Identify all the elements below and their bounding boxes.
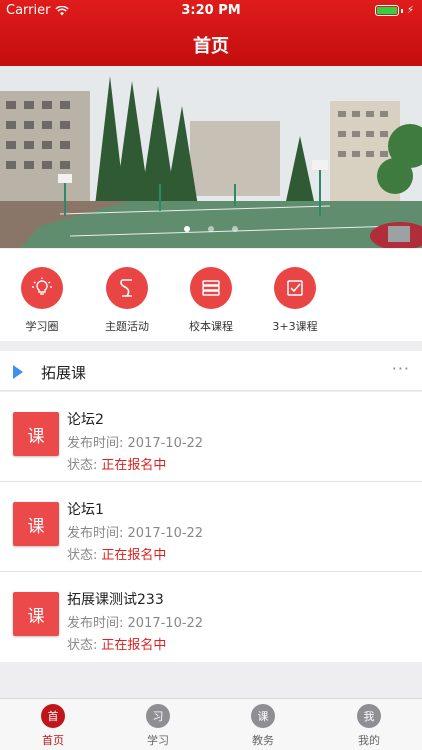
section-title: 拓展课 [41,364,87,382]
banner-carousel[interactable] [0,66,422,248]
theme-activity-icon [106,267,148,309]
quick-link-label: 校本课程 [189,320,233,333]
quick-link-label: 3+3课程 [272,320,318,333]
carousel-indicator[interactable] [0,226,422,232]
campus-photo [0,66,422,248]
date-value: 2017-10-22 [127,616,204,631]
quick-link-label: 学习圈 [25,320,59,333]
carousel-dot[interactable] [232,226,238,232]
carousel-dot[interactable] [208,226,214,232]
date-label: 发布时间: [67,436,124,451]
course-date: 发布时间: 2017-10-22 [67,522,203,541]
quick-link-3plus3-course[interactable]: 3+3课程 [253,267,337,334]
tab-label: 教务 [252,734,274,747]
tab-label: 首页 [42,734,64,747]
course-date: 发布时间: 2017-10-22 [67,612,203,631]
profile-tab-icon: 我 [357,704,381,728]
status-value: 正在报名中 [101,458,167,473]
course-title: 拓展课测试233 [67,592,164,608]
study-tab-icon: 习 [146,704,170,728]
quick-link-study-circle[interactable]: 学习圈 [0,267,84,334]
course-status: 状态: 正在报名中 [67,544,166,563]
status-bar: Carrier 3:20 PM ⚡ [0,0,422,22]
date-value: 2017-10-22 [127,436,204,451]
course-title: 论坛1 [67,502,104,518]
course-badge: 课 [13,412,59,456]
status-value: 正在报名中 [101,638,167,653]
tab-label: 我的 [358,734,380,747]
quick-link-theme-activity[interactable]: 主题活动 [85,267,169,334]
tab-label: 学习 [147,734,169,747]
play-triangle-icon [13,365,23,379]
checklist-icon [274,267,316,309]
quick-links: 学习圈 主题活动 校本课程 3+3课程 [0,249,422,341]
page-title: 首页 [193,36,229,57]
section-header-extension-course: 拓展课 ··· [0,351,422,391]
home-tab-icon: 首 [41,704,65,728]
tab-home[interactable]: 首 首页 [23,704,83,748]
course-card[interactable]: 课 拓展课测试233 发布时间: 2017-10-22 状态: 正在报名中 [0,572,422,662]
tab-bar: 首 首页 习 学习 课 教务 我 我的 [0,698,422,750]
books-icon [190,267,232,309]
status-time: 3:20 PM [181,3,241,18]
battery-icon: ⚡ [374,5,414,16]
status-label: 状态: [67,458,98,473]
status-value: 正在报名中 [101,548,167,563]
quick-link-label: 主题活动 [105,320,149,333]
course-status: 状态: 正在报名中 [67,454,166,473]
course-badge: 课 [13,592,59,636]
course-status: 状态: 正在报名中 [67,634,166,653]
course-card[interactable]: 课 论坛2 发布时间: 2017-10-22 状态: 正在报名中 [0,392,422,482]
date-label: 发布时间: [67,616,124,631]
status-label: 状态: [67,548,98,563]
tab-academic[interactable]: 课 教务 [233,704,293,748]
date-value: 2017-10-22 [127,526,204,541]
course-badge: 课 [13,502,59,546]
course-date: 发布时间: 2017-10-22 [67,432,203,451]
status-label: 状态: [67,638,98,653]
academic-tab-icon: 课 [251,704,275,728]
quick-link-school-course[interactable]: 校本课程 [169,267,253,334]
date-label: 发布时间: [67,526,124,541]
navigation-bar: Carrier 3:20 PM ⚡ 首页 [0,0,422,66]
course-list: 课 论坛2 发布时间: 2017-10-22 状态: 正在报名中 课 论坛1 发布… [0,392,422,662]
lightbulb-icon [21,267,63,309]
carousel-dot[interactable] [184,226,190,232]
charging-icon: ⚡ [406,5,414,16]
course-card[interactable]: 课 论坛1 发布时间: 2017-10-22 状态: 正在报名中 [0,482,422,572]
tab-study[interactable]: 习 学习 [128,704,188,748]
course-title: 论坛2 [67,412,104,428]
more-button[interactable]: ··· [392,359,410,378]
tab-mine[interactable]: 我 我的 [339,704,399,748]
